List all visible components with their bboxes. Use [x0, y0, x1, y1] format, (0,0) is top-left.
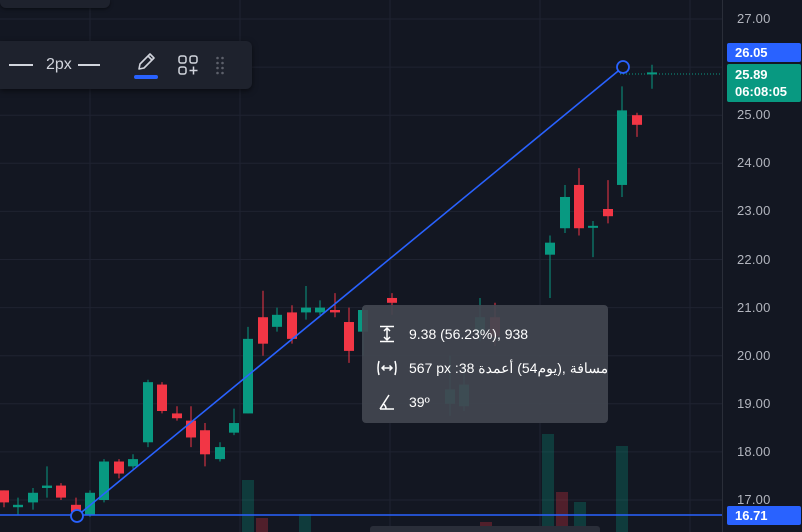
volume-bar [542, 434, 554, 532]
candle [545, 235, 555, 298]
candle [330, 293, 340, 318]
candle [272, 307, 282, 332]
price-tick-label: 21.00 [737, 299, 771, 315]
pencil-icon [138, 53, 155, 70]
candle [632, 112, 642, 137]
low-price-tag: 16.71 [727, 506, 801, 525]
candle [647, 64, 657, 89]
drawing-toolbar: 2px [0, 41, 252, 89]
candlesticks [0, 64, 657, 517]
measure-bars-distance: 567 px :مسافة ,(يوم54) أعمدة 38 [409, 359, 609, 376]
price-tick-label: 25.00 [737, 107, 771, 123]
candle [172, 406, 182, 421]
price-scale[interactable]: 27.00 25.00 24.00 23.00 22.00 21.00 20.00 19.00… [722, 0, 802, 532]
measure-bars-row: 567 px :مسافة ,(يوم54) أعمدة 38 [376, 351, 608, 385]
volume-bar [256, 518, 268, 532]
price-tick-label: 24.00 [737, 155, 771, 171]
price-tick-label: 22.00 [737, 251, 771, 267]
drag-handle-icon [216, 56, 224, 75]
candle [588, 221, 598, 258]
candle [574, 168, 584, 236]
candle [258, 290, 268, 356]
candle [603, 180, 613, 224]
price-tick-label: 27.00 [737, 11, 771, 26]
volume-bar [242, 480, 254, 532]
price-range-icon [376, 323, 398, 345]
candle [560, 184, 570, 234]
candle [287, 305, 297, 344]
last-price-tag: 25.89 06:08:05 [727, 64, 801, 102]
candle [229, 408, 239, 436]
measure-price-change: 9.38 (56.23%), 938 [409, 326, 529, 342]
candle [186, 406, 196, 448]
volume-bar [616, 446, 628, 532]
toolbar-drag-handle[interactable] [210, 41, 230, 89]
high-price-tag: 26.05 [727, 43, 801, 62]
price-tick-label: 23.00 [737, 203, 771, 219]
price-tick-label: 19.00 [737, 395, 771, 411]
candle [243, 326, 253, 414]
chart-area[interactable]: 2px 9.38 (56.23%), 938 567 px:مسافة ,(ي… [0, 0, 722, 532]
candle [215, 442, 225, 462]
candle [143, 379, 153, 448]
candle [344, 307, 354, 363]
bottom-panel-stub [370, 526, 600, 532]
measure-price-row: 9.38 (56.23%), 938 [376, 317, 608, 351]
trend-line-start-handle[interactable] [70, 509, 84, 523]
candle [0, 490, 9, 508]
pencil-active-indicator [134, 75, 158, 79]
line-style-button[interactable] [0, 41, 36, 89]
candle [157, 382, 167, 414]
angle-icon [376, 391, 398, 413]
line-width-label: 2px [46, 56, 72, 73]
line-width-button[interactable]: 2px [46, 41, 126, 89]
pencil-button[interactable] [126, 41, 166, 89]
add-object-button[interactable] [166, 41, 210, 89]
last-price-value: 25.89 [735, 67, 768, 82]
candle [42, 466, 52, 498]
line-width-icon [77, 64, 100, 66]
drawings [0, 60, 722, 523]
bar-countdown: 06:08:05 [735, 84, 788, 99]
grid-plus-icon [178, 55, 198, 75]
measure-angle-row: 39º [376, 385, 608, 419]
toolbar-top-stub [0, 0, 110, 8]
price-tick-label: 17.00 [737, 492, 771, 507]
candle [56, 483, 66, 500]
candle [301, 285, 311, 320]
trend-line-end-handle[interactable] [616, 60, 630, 74]
measure-angle: 39º [409, 394, 430, 410]
candle [200, 423, 210, 467]
candle [28, 487, 38, 510]
price-tick-label: 20.00 [737, 347, 771, 363]
volume-bar [299, 514, 311, 532]
measure-tooltip: 9.38 (56.23%), 938 567 px :مسافة ,(يوم54… [362, 305, 608, 423]
bar-range-icon [376, 357, 398, 379]
candle [617, 86, 627, 197]
candle [114, 459, 124, 479]
price-tick-label: 18.00 [737, 443, 771, 459]
line-style-icon [9, 64, 33, 66]
trend-line[interactable] [76, 66, 624, 517]
volume-bars [242, 434, 628, 532]
candle [85, 490, 95, 517]
